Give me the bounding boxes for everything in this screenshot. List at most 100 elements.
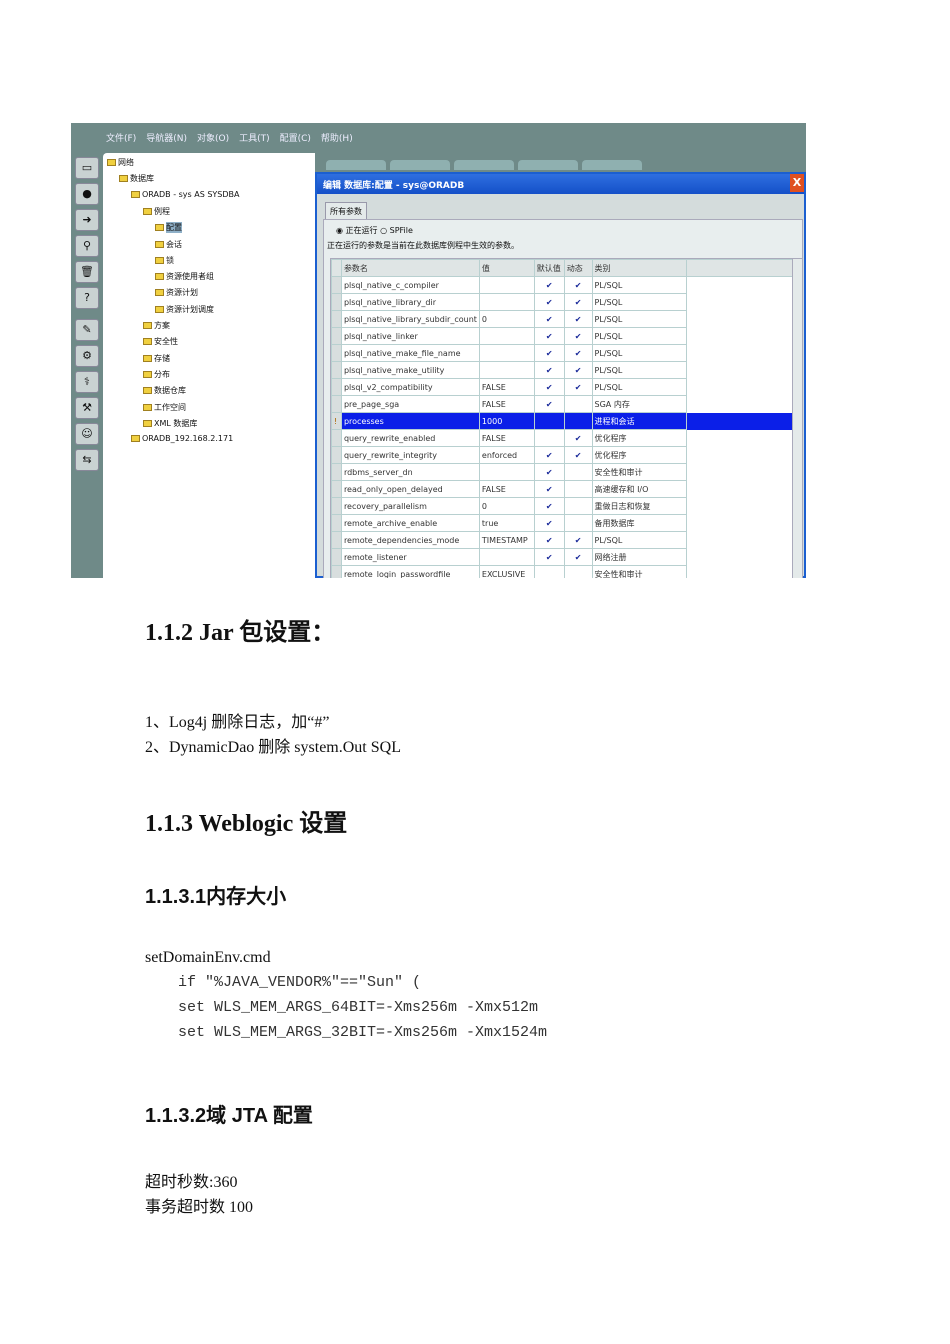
param-value[interactable] [478, 344, 535, 362]
tools-icon[interactable]: ⚙ [75, 345, 99, 367]
table-row[interactable]: plsql_native_library_subdir_count 0 ✔ ✔ PL/S… [331, 310, 802, 328]
users-icon[interactable]: ☺ [75, 423, 99, 445]
dynamic-check-icon[interactable] [563, 565, 593, 578]
param-value[interactable] [478, 548, 535, 566]
param-name[interactable]: remote_listener [340, 548, 480, 566]
param-name[interactable]: plsql_native_make_file_name [340, 344, 480, 362]
param-value[interactable] [478, 463, 535, 481]
column-header[interactable]: 参数名 [340, 259, 480, 277]
param-category[interactable]: PL/SQL [591, 344, 688, 362]
default-check-icon[interactable]: ✔ [533, 395, 565, 413]
tree-node[interactable]: 资源使用者组 [155, 271, 214, 282]
row-header[interactable] [331, 429, 342, 447]
dynamic-check-icon[interactable]: ✔ [563, 429, 593, 447]
param-value[interactable] [478, 361, 535, 379]
param-category[interactable]: 高速缓存和 I/O [591, 480, 688, 498]
dynamic-check-icon[interactable]: ✔ [563, 327, 593, 345]
tree-node[interactable]: 工作空间 [143, 402, 186, 413]
tree-node[interactable]: 数据库 [119, 173, 154, 184]
table-row[interactable]: remote_listener ✔ ✔ 网络注册 [331, 548, 802, 566]
tree-node[interactable]: 资源计划 [155, 287, 198, 298]
row-header[interactable] [331, 361, 342, 379]
param-category[interactable]: PL/SQL [591, 531, 688, 549]
dynamic-check-icon[interactable] [563, 514, 593, 532]
dynamic-check-icon[interactable] [563, 497, 593, 515]
column-header[interactable]: 动态 [563, 259, 593, 277]
arrow-icon[interactable]: ➜ [75, 209, 99, 231]
param-category[interactable]: 安全性和审计 [591, 565, 688, 578]
default-check-icon[interactable]: ✔ [533, 327, 565, 345]
table-row[interactable]: rdbms_server_dn ✔ 安全性和审计 [331, 463, 802, 481]
default-check-icon[interactable]: ✔ [533, 463, 565, 481]
tree-node[interactable]: 例程 [143, 206, 170, 217]
default-check-icon[interactable]: ✔ [533, 446, 565, 464]
param-name[interactable]: processes [340, 412, 480, 430]
dynamic-check-icon[interactable]: ✔ [563, 548, 593, 566]
table-row[interactable]: recovery_parallelism 0 ✔ 重做日志和恢复 [331, 497, 802, 515]
table-row[interactable]: ! processes 1000 进程和会话 [331, 412, 802, 430]
param-category[interactable]: 进程和会话 [591, 412, 688, 430]
table-row[interactable]: plsql_native_make_file_name ✔ ✔ PL/SQL [331, 344, 802, 362]
param-category[interactable]: PL/SQL [591, 327, 688, 345]
table-row[interactable]: plsql_v2_compatibility FALSE ✔ ✔ PL/SQL [331, 378, 802, 396]
change-icon[interactable]: ⇆ [75, 449, 99, 471]
menu-item[interactable]: 工具(T) [239, 131, 270, 144]
row-header[interactable] [331, 446, 342, 464]
row-header[interactable] [331, 463, 342, 481]
param-name[interactable]: plsql_native_c_compiler [340, 276, 480, 294]
default-check-icon[interactable]: ✔ [533, 276, 565, 294]
close-icon[interactable]: X [790, 174, 804, 192]
table-row[interactable]: remote_archive_enable true ✔ 备用数据库 [331, 514, 802, 532]
default-check-icon[interactable]: ✔ [533, 344, 565, 362]
param-name[interactable]: remote_dependencies_mode [340, 531, 480, 549]
menu-item[interactable]: 导航器(N) [146, 131, 187, 144]
row-header[interactable] [331, 565, 342, 578]
param-name[interactable]: query_rewrite_enabled [340, 429, 480, 447]
param-value[interactable]: EXCLUSIVE [478, 565, 535, 578]
param-value[interactable] [478, 293, 535, 311]
param-name[interactable]: remote_archive_enable [340, 514, 480, 532]
diagnostics-icon[interactable]: ⚕ [75, 371, 99, 393]
default-check-icon[interactable]: ✔ [533, 531, 565, 549]
param-category[interactable]: PL/SQL [591, 293, 688, 311]
param-category[interactable]: PL/SQL [591, 378, 688, 396]
row-header[interactable]: ! [331, 412, 342, 430]
table-row[interactable]: read_only_open_delayed FALSE ✔ 高速缓存和 I/O [331, 480, 802, 498]
param-name[interactable]: pre_page_sga [340, 395, 480, 413]
menu-item[interactable]: 文件(F) [106, 131, 136, 144]
dynamic-check-icon[interactable]: ✔ [563, 293, 593, 311]
tree-node[interactable]: ORADB_192.168.2.171 [131, 434, 233, 443]
row-header[interactable] [331, 395, 342, 413]
default-check-icon[interactable] [533, 412, 565, 430]
tree-node[interactable]: 数据仓库 [143, 385, 186, 396]
param-category[interactable]: SGA 内存 [591, 395, 688, 413]
param-name[interactable]: read_only_open_delayed [340, 480, 480, 498]
row-header[interactable] [331, 310, 342, 328]
param-category[interactable]: 重做日志和恢复 [591, 497, 688, 515]
param-value[interactable]: FALSE [478, 378, 535, 396]
default-check-icon[interactable]: ✔ [533, 497, 565, 515]
default-check-icon[interactable] [533, 429, 565, 447]
tree-node[interactable]: 方案 [143, 320, 170, 331]
search-icon[interactable]: ⚲ [75, 235, 99, 257]
param-category[interactable]: PL/SQL [591, 310, 688, 328]
param-name[interactable]: plsql_native_make_utility [340, 361, 480, 379]
param-value[interactable]: 0 [478, 310, 535, 328]
menu-item[interactable]: 帮助(H) [321, 131, 353, 144]
param-value[interactable]: FALSE [478, 395, 535, 413]
param-category[interactable]: PL/SQL [591, 276, 688, 294]
default-check-icon[interactable]: ✔ [533, 514, 565, 532]
default-check-icon[interactable] [533, 565, 565, 578]
tree-node[interactable]: XML 数据库 [143, 418, 197, 429]
dynamic-check-icon[interactable]: ✔ [563, 310, 593, 328]
help-icon[interactable]: ? [75, 287, 99, 309]
row-header[interactable] [331, 344, 342, 362]
dynamic-check-icon[interactable]: ✔ [563, 344, 593, 362]
radio-running[interactable]: ◉ 正在运行 [336, 226, 378, 235]
param-category[interactable]: 安全性和审计 [591, 463, 688, 481]
dynamic-check-icon[interactable]: ✔ [563, 361, 593, 379]
table-row[interactable]: remote_dependencies_mode TIMESTAMP ✔ ✔ PL/SQ… [331, 531, 802, 549]
param-name[interactable]: remote_login_passwordfile [340, 565, 480, 578]
dynamic-check-icon[interactable] [563, 412, 593, 430]
tree-node[interactable]: 资源计划调度 [155, 304, 214, 315]
